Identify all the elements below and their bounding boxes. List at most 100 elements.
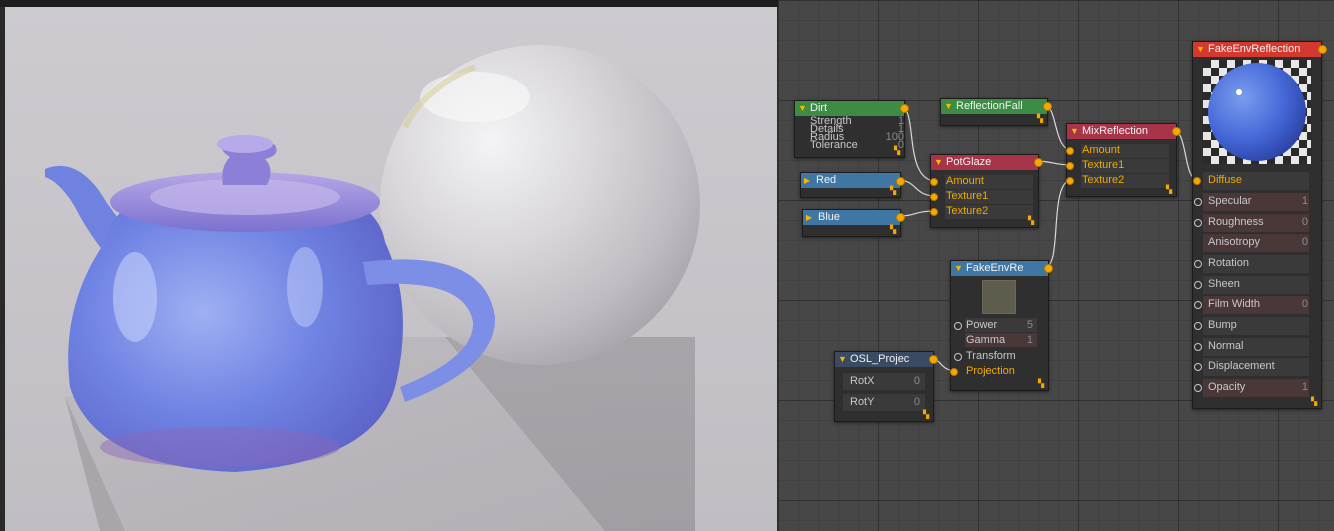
input-socket-bump[interactable] [1194,322,1202,330]
output-socket[interactable] [1044,264,1053,273]
collapse-triangle-icon[interactable]: ▼ [944,99,953,114]
node-title: ReflectionFall [956,100,1023,112]
param-rotation[interactable]: Rotation [1208,256,1308,271]
param-label: Specular [1208,195,1252,207]
input-socket-opacity[interactable] [1194,384,1202,392]
output-socket[interactable] [1172,127,1181,136]
input-socket-diffuse[interactable] [1193,177,1201,185]
expand-triangle-icon[interactable]: ▶ [804,173,810,188]
resize-handle-icon[interactable] [1038,380,1046,388]
node-title: Dirt [810,102,828,114]
resize-handle-icon[interactable] [923,411,931,419]
node-graph-editor[interactable]: ▼ Dirt Strength 1 Details 1 Radius 100 Tole… [778,0,1334,531]
param-diffuse[interactable]: Diffuse [1208,173,1308,188]
node-red[interactable]: ▶ Red [800,172,905,198]
input-socket-normal[interactable] [1194,343,1202,351]
input-socket-transform[interactable] [954,353,962,361]
node-osl-projec[interactable]: ▼ OSL_Projec RotX 0 RotY 0 [834,351,938,422]
node-pot-glaze[interactable]: ▼ PotGlaze Amount Texture1 Texture2 [930,154,1043,228]
node-title: MixReflection [1082,125,1149,137]
node-header[interactable]: ▼ FakeEnvReflection [1193,42,1321,57]
param-opacity[interactable]: Opacity 1 [1208,380,1308,395]
param-gamma[interactable]: Gamma 1 [966,333,1033,348]
param-rotx[interactable]: RotX 0 [850,374,920,389]
node-header[interactable]: ▶ Blue [803,210,900,225]
param-bump[interactable]: Bump [1208,318,1308,333]
param-value: 0 [1301,216,1308,228]
node-reflection-fall[interactable]: ▼ ReflectionFall [940,98,1052,126]
render-viewport[interactable] [0,0,778,531]
collapse-triangle-icon[interactable]: ▼ [1196,42,1205,57]
resize-handle-icon[interactable] [894,147,902,155]
param-label: Normal [1208,340,1244,352]
node-header[interactable]: ▼ MixReflection [1067,124,1176,139]
param-label: Bump [1208,319,1237,331]
param-roughness[interactable]: Roughness 0 [1208,215,1308,230]
output-socket[interactable] [900,104,909,113]
node-fake-env-re[interactable]: ▼ FakeEnvRe Power 5 Gamma 1 Transform Proj… [950,260,1053,391]
param-specular[interactable]: Specular 1 [1208,194,1308,209]
param-label: Power [966,319,998,331]
param-displacement[interactable]: Displacement [1208,359,1308,374]
resize-handle-icon[interactable] [1166,186,1174,194]
output-socket[interactable] [1043,102,1052,111]
node-header[interactable]: ▼ PotGlaze [931,155,1038,170]
node-header[interactable]: ▼ ReflectionFall [941,99,1047,114]
param-normal[interactable]: Normal [1208,339,1308,354]
input-socket-texture2[interactable] [930,208,938,216]
node-header[interactable]: ▼ OSL_Projec [835,352,933,367]
output-socket[interactable] [896,177,905,186]
input-socket-texture1[interactable] [1066,162,1074,170]
resize-handle-icon[interactable] [1028,217,1036,225]
param-roty[interactable]: RotY 0 [850,395,920,410]
input-socket-rotation[interactable] [1194,260,1202,268]
param-value: 1 [1026,334,1033,346]
material-preview-thumbnail[interactable] [1203,60,1311,164]
node-mix-reflection[interactable]: ▼ MixReflection Amount Texture1 Texture2 [1066,123,1181,197]
node-header[interactable]: ▼ Dirt [795,101,904,116]
param-value: 5 [1026,319,1033,331]
input-socket-sheen[interactable] [1194,281,1202,289]
param-anisotropy[interactable]: Anisotropy 0 [1208,235,1308,250]
param-label: Sheen [1208,278,1240,290]
param-film-width[interactable]: Film Width 0 [1208,297,1308,312]
resize-handle-icon[interactable] [1037,115,1045,123]
output-socket[interactable] [929,355,938,364]
param-tolerance[interactable]: Tolerance 0 [810,140,904,151]
expand-triangle-icon[interactable]: ▶ [806,210,812,225]
param-sheen[interactable]: Sheen [1208,277,1308,292]
input-socket-texture1[interactable] [930,193,938,201]
input-socket-amount[interactable] [1066,147,1074,155]
input-socket-power[interactable] [954,322,962,330]
resize-handle-icon[interactable] [1311,398,1319,406]
resize-handle-icon[interactable] [890,187,898,195]
node-dirt[interactable]: ▼ Dirt Strength 1 Details 1 Radius 100 Tole… [794,100,909,158]
node-header[interactable]: ▶ Red [801,173,900,188]
param-value: 0 [1301,298,1308,310]
collapse-triangle-icon[interactable]: ▼ [838,352,847,367]
collapse-triangle-icon[interactable]: ▼ [934,155,943,170]
color-preview-swatch[interactable] [982,280,1016,314]
input-socket-film-width[interactable] [1194,301,1202,309]
node-fake-env-reflection[interactable]: ▼ FakeEnvReflection Diffuse Specular 1 R… [1192,41,1327,409]
collapse-triangle-icon[interactable]: ▼ [954,261,963,276]
input-label-texture2: Texture2 [1082,174,1125,186]
param-power[interactable]: Power 5 [966,318,1033,333]
node-header[interactable]: ▼ FakeEnvRe [951,261,1048,276]
resize-handle-icon[interactable] [890,226,898,234]
input-socket-amount[interactable] [930,178,938,186]
input-socket-displacement[interactable] [1194,363,1202,371]
input-socket-projection[interactable] [950,368,958,376]
output-socket[interactable] [896,213,905,222]
node-blue[interactable]: ▶ Blue [802,209,905,237]
collapse-triangle-icon[interactable]: ▼ [1070,124,1079,139]
input-socket-roughness[interactable] [1194,219,1202,227]
input-label-amount: Amount [946,175,984,187]
node-title: PotGlaze [946,156,992,168]
node-title: Blue [818,211,841,223]
collapse-triangle-icon[interactable]: ▼ [798,101,807,116]
output-socket[interactable] [1034,158,1043,167]
output-socket[interactable] [1318,45,1327,54]
input-socket-texture2[interactable] [1066,177,1074,185]
input-socket-specular[interactable] [1194,198,1202,206]
